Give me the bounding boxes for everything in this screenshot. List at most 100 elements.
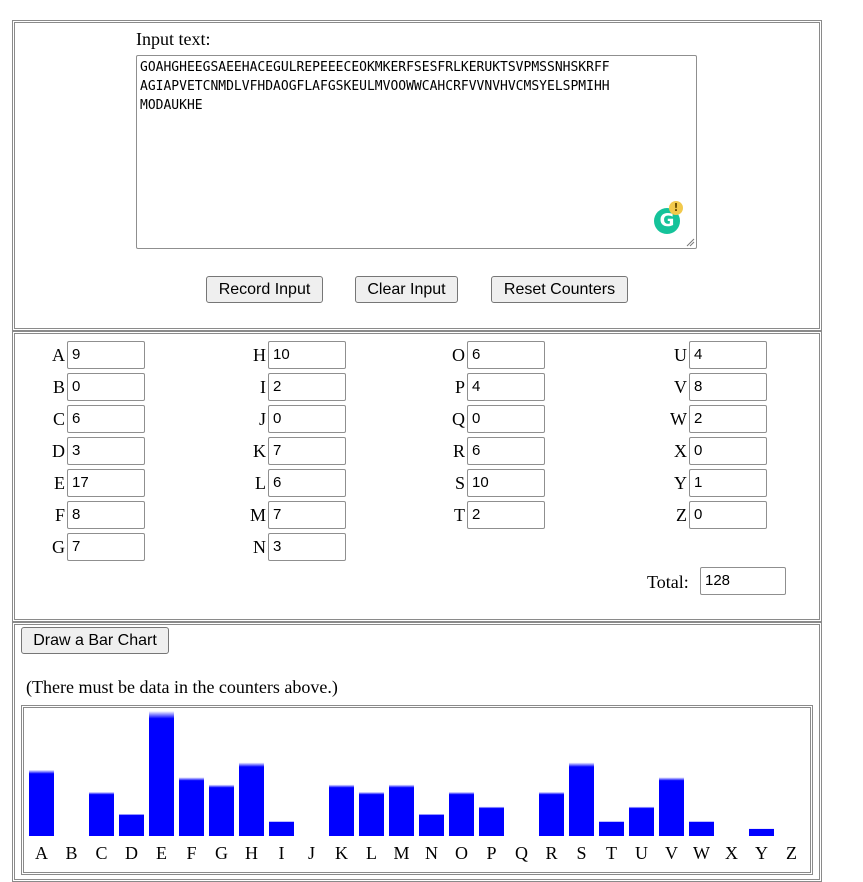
counter-field[interactable]: 2 <box>689 405 767 433</box>
tick-label-p: P <box>486 843 496 863</box>
bar-t <box>599 821 624 836</box>
counter-letter: O <box>452 345 465 365</box>
clear-input-button[interactable]: Clear Input <box>355 276 458 303</box>
tick-label-o: O <box>455 843 468 863</box>
tick-label-c: C <box>95 843 107 863</box>
tick-label-y: Y <box>755 843 768 863</box>
counter-field[interactable]: 7 <box>268 437 346 465</box>
tick-label-f: F <box>186 843 196 863</box>
bar-w <box>689 821 714 836</box>
tick-label-z: Z <box>786 843 797 863</box>
tick-label-e: E <box>156 843 167 863</box>
bar-m <box>389 784 414 836</box>
tick-label-n: N <box>425 843 438 863</box>
bar-p <box>479 806 504 836</box>
counter-field[interactable]: 8 <box>689 373 767 401</box>
counter-field[interactable]: 7 <box>67 533 145 561</box>
chart-note: (There must be data in the counters abov… <box>26 677 338 697</box>
counter-field[interactable]: 10 <box>467 469 545 497</box>
input-label: Input text: <box>136 29 211 49</box>
tick-label-k: K <box>335 843 348 863</box>
counter-field[interactable]: 4 <box>467 373 545 401</box>
counter-letter: G <box>52 537 65 557</box>
counter-field[interactable]: 9 <box>67 341 145 369</box>
counter-field[interactable]: 0 <box>689 501 767 529</box>
tick-label-t: T <box>606 843 617 863</box>
counter-field[interactable]: 0 <box>467 405 545 433</box>
tick-label-x: X <box>725 843 738 863</box>
counter-letter: S <box>454 473 465 493</box>
counter-letter: K <box>253 441 266 461</box>
counter-letter: P <box>454 377 465 397</box>
counter-letter: L <box>255 473 266 493</box>
counter-field[interactable]: 3 <box>268 533 346 561</box>
counter-field[interactable]: 2 <box>268 373 346 401</box>
tick-label-r: R <box>545 843 557 863</box>
counter-letter: T <box>454 505 465 525</box>
grammarly-icon[interactable]: G ! <box>654 201 683 234</box>
counter-letter: D <box>52 441 65 461</box>
tick-label-l: L <box>366 843 377 863</box>
counter-field[interactable]: 3 <box>67 437 145 465</box>
counter-field[interactable]: 0 <box>67 373 145 401</box>
counter-letter: Y <box>674 473 687 493</box>
counter-field[interactable]: 6 <box>467 437 545 465</box>
counter-letter: J <box>258 409 266 429</box>
input-textarea[interactable]: GOAHGHEEGSAEEHACEGULREPEEECEOKMKERFSESFR… <box>136 55 697 249</box>
counter-field[interactable]: 1 <box>689 469 767 497</box>
bar-v <box>659 777 684 836</box>
bar-k <box>329 784 354 836</box>
draw-bar-chart-button[interactable]: Draw a Bar Chart <box>21 627 169 654</box>
bar-f <box>179 777 204 836</box>
bar-d <box>119 813 144 836</box>
total-label: Total: <box>647 572 689 592</box>
counter-field[interactable]: 6 <box>67 405 145 433</box>
tick-label-h: H <box>245 843 258 863</box>
counter-letter: H <box>253 345 266 365</box>
bar-chart: ABCDEFGH I JKLMNOPQRSTUVWXYZ <box>29 711 797 863</box>
tick-label-m: M <box>393 843 409 863</box>
counter-field[interactable]: 0 <box>689 437 767 465</box>
tick-label-j: J <box>308 843 315 863</box>
counter-field[interactable]: 4 <box>689 341 767 369</box>
counter-letter: E <box>54 473 65 493</box>
bar-y <box>749 828 774 836</box>
total-field[interactable]: 128 <box>700 567 786 595</box>
counter-field[interactable]: 2 <box>467 501 545 529</box>
counter-field[interactable]: 6 <box>467 341 545 369</box>
bar-h <box>239 762 264 836</box>
counter-field[interactable]: 0 <box>268 405 346 433</box>
tick-label-s: S <box>576 843 586 863</box>
bar-g <box>209 784 234 836</box>
counter-field[interactable]: 7 <box>268 501 346 529</box>
counter-letter: U <box>674 345 687 365</box>
counter-letter: X <box>674 441 687 461</box>
resize-grip-icon[interactable] <box>685 237 695 247</box>
record-input-button[interactable]: Record Input <box>206 276 323 303</box>
chart-area: ABCDEFGH I JKLMNOPQRSTUVWXYZ <box>21 705 813 875</box>
bar-a <box>29 769 54 836</box>
tick-label-u: U <box>635 843 648 863</box>
counter-letter: W <box>670 409 687 429</box>
counter-letter: Q <box>452 409 465 429</box>
input-panel: Input text: GOAHGHEEGSAEEHACEGULREPEEECE… <box>12 20 822 331</box>
tick-label-v: V <box>665 843 678 863</box>
bar-l <box>359 791 384 836</box>
counter-field[interactable]: 8 <box>67 501 145 529</box>
counter-letter: Z <box>676 505 687 525</box>
tick-label-a: A <box>35 843 48 863</box>
bar-r <box>539 791 564 836</box>
counter-field[interactable]: 6 <box>268 469 346 497</box>
counter-letter: V <box>674 377 687 397</box>
counters-panel: A 9 B 0 C 6 D 3 E 17 F 8 G 7 H 10 I 2 J 0 K 7 L 6 M 7 N 3 O 6 P 4 Q 0 R 6 S 1… <box>12 331 822 622</box>
counter-letter: M <box>249 505 266 525</box>
bar-u <box>629 806 654 836</box>
reset-counters-button[interactable]: Reset Counters <box>491 276 628 303</box>
tick-label-d: D <box>125 843 138 863</box>
counter-field[interactable]: 10 <box>268 341 346 369</box>
grammarly-alert-icon: ! <box>669 201 683 215</box>
tick-label-b: B <box>65 843 77 863</box>
counter-letter: N <box>253 537 266 557</box>
counter-field[interactable]: 17 <box>67 469 145 497</box>
counter-letter: I <box>260 377 266 397</box>
